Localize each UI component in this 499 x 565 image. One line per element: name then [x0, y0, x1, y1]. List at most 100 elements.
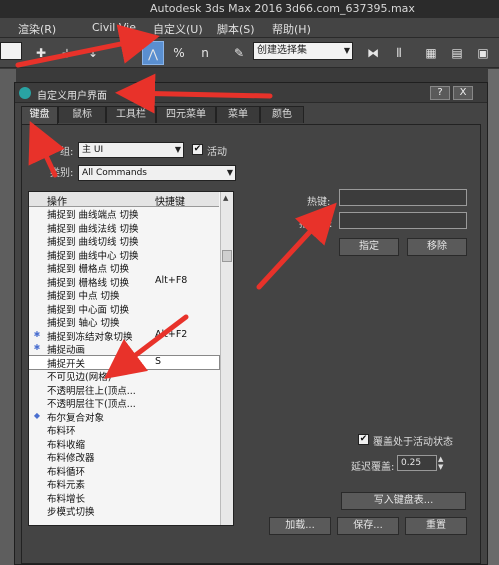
list-item[interactable]: 捕捉到 曲线切线 切换 [29, 234, 219, 248]
action-column-header[interactable]: 操作 [47, 193, 67, 208]
list-item[interactable]: 布料环 [29, 423, 219, 437]
list-item[interactable]: ✱ 捕捉到冻结对象切换 Alt+F2 [29, 329, 219, 343]
list-scrollbar[interactable]: ▲ [220, 192, 233, 525]
list-item[interactable]: 捕捉开关 S [29, 354, 220, 370]
group-combo[interactable]: 主 UI ▼ [78, 142, 184, 158]
action-name: 不可见边(网格) [47, 372, 112, 383]
action-icon: ◆ [33, 410, 41, 420]
load-button[interactable]: 加载... [269, 517, 331, 535]
app-title-bar: Autodesk 3ds Max 2016 3d66.com_637395.ma… [0, 0, 499, 18]
list-item[interactable]: 捕捉到 轴心 切换 [29, 315, 219, 329]
list-item[interactable]: 不透明层往上(顶点... [29, 383, 219, 397]
layer-manager-icon[interactable]: ▦ [420, 41, 442, 65]
menu-customize[interactable]: 自定义(U) [153, 21, 203, 37]
list-item[interactable]: 布料收缩 [29, 437, 219, 451]
list-item[interactable]: 不透明层往下(顶点... [29, 396, 219, 410]
reference-coord-combo[interactable] [0, 42, 22, 60]
snap-toggle-icon[interactable]: 3 [116, 41, 138, 65]
keyboard-override-icon[interactable]: ↕ [82, 41, 104, 65]
customize-ui-dialog: 自定义用户界面 ? X 键盘 鼠标 工具栏 四元菜单 菜单 颜色 组: 主 UI… [14, 82, 488, 565]
angle-snap-icon[interactable]: % [168, 41, 190, 65]
list-item[interactable]: 捕捉到 曲线中心 切换 [29, 248, 219, 262]
action-list[interactable]: 操作 快捷键 捕捉到 曲线端点 切换 捕捉到 曲线法线 切换捕捉到 曲线切线 切换… [28, 191, 234, 526]
menu-scripting[interactable]: 脚本(S) [217, 21, 255, 37]
assigned-to-field [339, 212, 467, 229]
hotkey-label: 热键: [307, 197, 331, 208]
file-name: 3d66.com_637395.max [285, 2, 415, 15]
action-shortcut: S [155, 355, 162, 367]
graphite-tools-icon[interactable]: ▣ [472, 41, 494, 65]
list-item[interactable]: 布料循环 [29, 464, 219, 478]
menu-bar: 渲染(R) Civil Vie 自定义(U) 脚本(S) 帮助(H) [0, 18, 499, 38]
category-combo[interactable]: All Commands ▼ [78, 165, 236, 181]
group-label: 组: [60, 147, 74, 158]
list-item[interactable]: 捕捉到 曲线法线 切换 [29, 221, 219, 235]
list-rows: 捕捉到 曲线端点 切换 捕捉到 曲线法线 切换捕捉到 曲线切线 切换 捕捉到 曲线中… [29, 207, 220, 518]
use-pivot-icon[interactable]: ⊹ [56, 41, 78, 65]
tab-quads[interactable]: 四元菜单 [156, 106, 216, 123]
action-name: 捕捉到 曲线端点 切换 [47, 210, 139, 221]
spinner-arrows-icon[interactable]: ▲ ▼ [438, 455, 443, 471]
action-name: 捕捉开关 [47, 358, 86, 370]
action-name: 不透明层往下(顶点... [47, 399, 136, 410]
action-name: 捕捉到 栅格线 切换 [47, 277, 130, 289]
hotkey-input[interactable] [339, 189, 467, 206]
action-name: 布料修改器 [47, 453, 95, 464]
assign-button[interactable]: 指定 [339, 238, 399, 256]
active-label: 活动 [207, 147, 227, 158]
list-item[interactable]: ✱ 捕捉动画 [29, 342, 219, 356]
action-name: 步模式切换 [47, 507, 95, 518]
tab-keyboard[interactable]: 键盘 [21, 106, 58, 125]
action-name: 捕捉到 轴心 切换 [47, 318, 120, 329]
shortcut-column-header[interactable]: 快捷键 [155, 193, 185, 208]
list-item[interactable]: 不可见边(网格) [29, 369, 219, 383]
list-item[interactable]: 捕捉到 曲线端点 切换 [29, 207, 219, 221]
tab-colors[interactable]: 颜色 [260, 106, 304, 123]
list-item[interactable]: 捕捉到 栅格点 切换 [29, 261, 219, 275]
action-icon: ✱ [33, 343, 41, 352]
scroll-up-icon[interactable]: ▲ [223, 194, 228, 202]
action-name: 捕捉到 中心面 切换 [47, 304, 130, 316]
tab-toolbars[interactable]: 工具栏 [106, 106, 156, 123]
action-name: 捕捉到 曲线切线 切换 [47, 237, 139, 248]
percent-snap-icon[interactable]: n [194, 41, 216, 65]
align-icon[interactable]: ⫴ [388, 41, 410, 65]
list-item[interactable]: ◆ 布尔复合对象 [29, 410, 219, 424]
menu-help[interactable]: 帮助(H) [272, 21, 311, 37]
delay-override-spinner[interactable]: 0.25 [397, 455, 437, 471]
list-item[interactable]: 布料修改器 [29, 450, 219, 464]
list-item[interactable]: 捕捉到 中点 切换 [29, 288, 219, 302]
category-label: 类别: [50, 168, 74, 179]
list-item[interactable]: 捕捉到 栅格线 切换 Alt+F8 [29, 275, 219, 289]
tab-mouse[interactable]: 鼠标 [58, 106, 106, 123]
action-name: 捕捉到 栅格点 切换 [47, 264, 130, 275]
close-button[interactable]: X [453, 86, 473, 100]
list-item[interactable]: 布料增长 [29, 491, 219, 505]
reset-button[interactable]: 重置 [405, 517, 467, 535]
select-manipulate-icon[interactable]: ✚ [30, 41, 52, 65]
tab-menus[interactable]: 菜单 [216, 106, 260, 123]
edit-named-selection-icon[interactable]: ✎ [228, 41, 250, 65]
list-header: 操作 快捷键 [29, 192, 219, 208]
action-icon: ✱ [33, 329, 41, 339]
scene-explorer-icon[interactable]: ▤ [446, 41, 468, 65]
dialog-title: 自定义用户界面 [37, 91, 107, 102]
list-item[interactable]: 捕捉到 中心面 切换 [29, 302, 219, 316]
action-name: 布料元素 [47, 480, 86, 491]
scroll-thumb[interactable] [222, 250, 232, 262]
list-item[interactable]: 步模式切换 [29, 504, 219, 518]
remove-button[interactable]: 移除 [407, 238, 467, 256]
mirror-icon[interactable]: ⧓ [362, 41, 384, 65]
help-button[interactable]: ? [430, 86, 450, 100]
app-logo-icon [19, 87, 31, 99]
active-checkbox[interactable]: ✔ [192, 144, 203, 155]
snap-3d-icon[interactable]: ⋀ [142, 41, 164, 65]
write-keyboard-chart-button[interactable]: 写入键盘表... [341, 492, 466, 510]
save-button[interactable]: 保存... [337, 517, 399, 535]
menu-civil-view[interactable]: Civil Vie [92, 21, 136, 34]
override-active-checkbox[interactable]: ✔ [358, 434, 369, 445]
menu-render[interactable]: 渲染(R) [18, 21, 56, 37]
named-selection-set-combo[interactable]: 创建选择集 ▼ [253, 42, 353, 60]
assigned-to-label: 指定到: [299, 219, 333, 230]
list-item[interactable]: 布料元素 [29, 477, 219, 491]
